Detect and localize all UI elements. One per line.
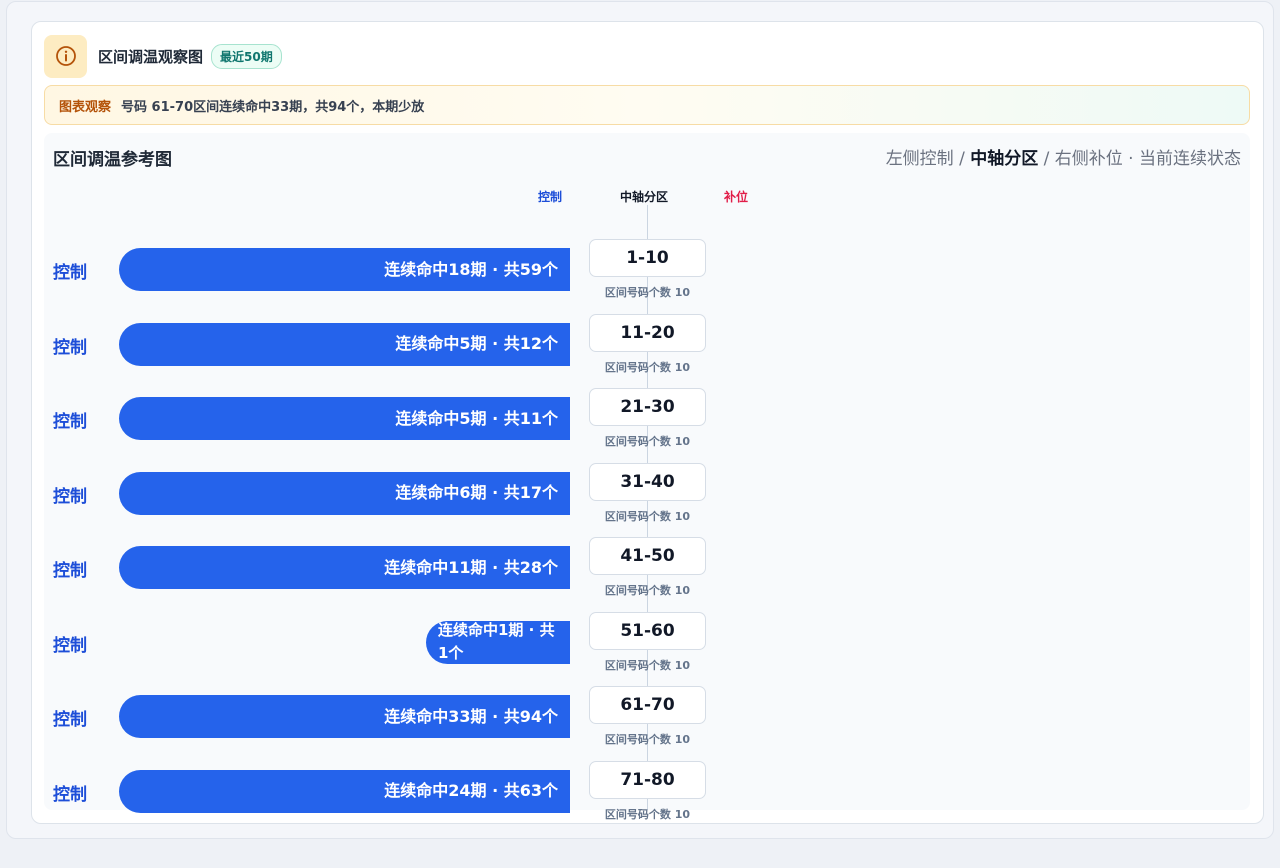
- range-box: 21-30: [589, 388, 706, 426]
- row-label: 控制: [53, 337, 87, 358]
- page-frame: 区间调温观察图 最近50期 图表观察 号码 61-70区间连续命中33期，共94…: [6, 1, 1274, 839]
- streak-bar-label: 连续命中6期 · 共17个: [395, 483, 558, 502]
- streak-bar: 连续命中11期 · 共28个: [119, 546, 570, 589]
- legend-state: 当前连续状态: [1139, 149, 1241, 169]
- legend-sep: /: [953, 149, 971, 169]
- period-badge: 最近50期: [211, 43, 282, 69]
- legend-right: 右侧补位: [1054, 149, 1123, 169]
- streak-bar-label: 连续命中33期 · 共94个: [384, 706, 558, 726]
- range-count: 区间号码个数 10: [604, 360, 691, 374]
- reference-chart-panel: 区间调温参考图 左侧控制 / 中轴分区 / 右侧补位 · 当前连续状态 控制 中…: [44, 133, 1250, 821]
- panel-title: 区间调温参考图: [53, 150, 172, 170]
- row-label: 控制: [53, 710, 87, 730]
- range-box: 31-40: [589, 462, 706, 501]
- range-count: 区间号码个数 10: [604, 584, 691, 597]
- streak-bar-label: 连续命中11期 · 共28个: [384, 557, 558, 577]
- zone-row: 控制 连续命中18期 · 共59个 1-10 区间号码个数 10: [44, 239, 1250, 305]
- range-box: 71-80: [589, 760, 706, 799]
- observation-banner: 图表观察 号码 61-70区间连续命中33期，共94个，本期少放: [44, 85, 1250, 125]
- row-label: 控制: [53, 561, 87, 581]
- range-count: 区间号码个数 10: [604, 658, 691, 672]
- streak-bar: 连续命中5期 · 共12个: [119, 322, 570, 366]
- streak-bar-label: 连续命中5期 · 共11个: [395, 408, 558, 428]
- observation-tag: 图表观察: [59, 99, 112, 115]
- range-box: 61-70: [589, 686, 706, 724]
- zone-row: 控制 连续命中33期 · 共94个 61-70 区间号码个数 10: [44, 686, 1250, 752]
- streak-bar: 连续命中24期 · 共63个: [119, 769, 570, 813]
- row-label: 控制: [53, 412, 87, 432]
- row-label: 控制: [53, 486, 87, 507]
- row-label: 控制: [53, 263, 87, 283]
- zone-row: 控制 连续命中6期 · 共17个 31-40 区间号码个数 10: [44, 462, 1250, 529]
- range-count: 区间号码个数 10: [604, 509, 691, 523]
- range-count: 区间号码个数 10: [604, 733, 691, 746]
- row-label: 控制: [53, 635, 87, 656]
- legend-dot: ·: [1122, 149, 1139, 169]
- zone-row: 控制 连续命中24期 · 共63个 71-80 区间号码个数 10: [44, 760, 1250, 827]
- streak-bar: 连续命中5期 · 共11个: [119, 397, 570, 440]
- range-box: 41-50: [589, 537, 706, 575]
- legend-left: 左侧控制: [885, 149, 954, 169]
- observation-card: 区间调温观察图 最近50期 图表观察 号码 61-70区间连续命中33期，共94…: [31, 21, 1264, 824]
- column-head-control: 控制: [538, 190, 563, 204]
- zone-row: 控制 连续命中5期 · 共12个 11-20 区间号码个数 10: [44, 313, 1250, 380]
- range-box: 51-60: [589, 611, 706, 650]
- column-head-axis: 中轴分区: [620, 190, 669, 204]
- card-title: 区间调温观察图: [98, 47, 204, 66]
- zone-row: 控制 连续命中11期 · 共28个 41-50 区间号码个数 10: [44, 537, 1250, 603]
- row-label: 控制: [53, 784, 87, 805]
- streak-bar-label: 连续命中18期 · 共59个: [384, 259, 558, 279]
- panel-legend: 左侧控制 / 中轴分区 / 右侧补位 · 当前连续状态: [886, 144, 1241, 169]
- range-count: 区间号码个数 10: [604, 286, 691, 299]
- streak-bar-label: 连续命中1期 · 共1个: [438, 621, 555, 662]
- column-head-fill: 补位: [724, 190, 749, 204]
- range-count: 区间号码个数 10: [604, 435, 691, 448]
- streak-bar: 连续命中18期 · 共59个: [119, 248, 570, 291]
- streak-bar: 连续命中1期 · 共1个: [426, 620, 570, 664]
- observation-text: 号码 61-70区间连续命中33期，共94个，本期少放: [121, 99, 425, 115]
- streak-bar: 连续命中33期 · 共94个: [119, 695, 570, 738]
- streak-bar-label: 连续命中24期 · 共63个: [384, 781, 558, 800]
- range-box: 11-20: [589, 313, 706, 352]
- streak-bar: 连续命中6期 · 共17个: [119, 471, 570, 515]
- zone-row: 控制 连续命中1期 · 共1个 51-60 区间号码个数 10: [44, 611, 1250, 678]
- legend-sep: /: [1038, 149, 1055, 169]
- info-icon: [44, 34, 87, 78]
- legend-mid: 中轴分区: [970, 149, 1039, 169]
- card-header: 区间调温观察图 最近50期: [44, 34, 282, 78]
- range-box: 1-10: [589, 239, 706, 277]
- zone-row: 控制 连续命中5期 · 共11个 21-30 区间号码个数 10: [44, 388, 1250, 454]
- streak-bar-label: 连续命中5期 · 共12个: [395, 334, 558, 353]
- range-count: 区间号码个数 10: [604, 807, 691, 821]
